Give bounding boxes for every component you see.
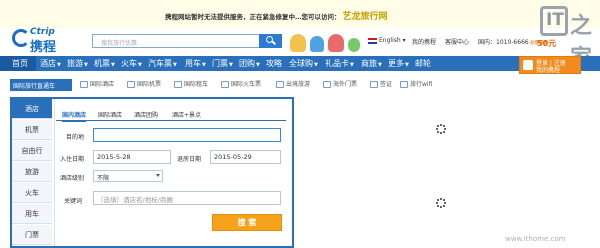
destination-input[interactable] <box>93 128 281 142</box>
loading-spinner-icon <box>436 124 446 134</box>
tab-hotel-attraction[interactable]: 酒店+景点 <box>172 110 201 119</box>
nav-flights[interactable]: 机票▼ <box>94 58 115 69</box>
hotline: 国内：1010-6666 <box>478 39 529 46</box>
subnav-intl-car[interactable]: 国际租车 <box>174 79 208 88</box>
passport-icon <box>370 81 378 88</box>
promo-badge[interactable]: 50元 <box>537 38 556 49</box>
nav-more[interactable]: 更多▼ <box>388 58 409 69</box>
search-placeholder: 搜我旅行优惠 <box>101 40 138 47</box>
train-icon <box>221 81 229 88</box>
hotel-level-select[interactable]: 不限 <box>93 170 163 182</box>
plane-icon <box>127 81 135 88</box>
vtab-flights[interactable]: 机票 <box>12 120 52 140</box>
logo-swirl-icon <box>12 29 30 47</box>
nav-global-buy[interactable]: 全球购▼ <box>289 58 318 69</box>
notice-text: 携程网站暂时无法提供服务，正在紧急修复中…您可以访问： 艺龙旅行网 <box>165 9 388 22</box>
checkin-date-input[interactable]: 2015-5-28 <box>93 150 171 164</box>
vtab-free-trip[interactable]: 自由行 <box>12 141 52 161</box>
vtab-car[interactable]: 用车 <box>12 204 52 224</box>
ithome-watermark-logo: IT 之家 <box>540 6 598 71</box>
tab-underline <box>56 120 286 121</box>
level-label: 酒店级别 <box>60 175 85 182</box>
car-icon <box>174 81 182 88</box>
nav-groupbuy[interactable]: 团购▼ <box>239 58 260 69</box>
my-ctrip-link[interactable]: 我的携程 <box>412 37 436 46</box>
vtab-hotel[interactable]: 酒店 <box>12 99 52 119</box>
loading-spinner-icon <box>436 198 446 208</box>
ctrip-logo[interactable]: Ctrip 携程 <box>12 27 82 55</box>
subnav-wifi[interactable]: 旅行wifi <box>400 79 432 88</box>
vtab-travel[interactable]: 旅游 <box>12 162 52 182</box>
nav-gift-card[interactable]: 礼品卡▼ <box>325 58 354 69</box>
uk-flag-icon <box>368 37 377 44</box>
nav-business[interactable]: 商旅▼ <box>361 58 382 69</box>
my-ctrip-menu[interactable]: 我的携程 <box>536 65 560 74</box>
service-notice-bar: 携程网站暂时无法提供服务，正在紧急修复中…您可以访问： 艺龙旅行网 <box>0 0 600 28</box>
nav-guides[interactable]: 攻略 <box>266 58 282 69</box>
service-center-link[interactable]: 客服中心 <box>445 37 469 46</box>
subnav-visa[interactable]: 签证 <box>370 79 392 88</box>
nav-car[interactable]: 用车▼ <box>185 58 206 69</box>
tab-intl-hotel[interactable]: 国际酒店 <box>98 110 122 119</box>
notice-message: 携程网站暂时无法提供服务，正在紧急修复中…您可以访问： <box>165 13 341 21</box>
vtab-train[interactable]: 火车 <box>12 183 52 203</box>
destination-label: 目的地 <box>66 134 85 141</box>
vtab-tickets[interactable]: 门票 <box>12 225 52 245</box>
main-nav: 首页 酒店▼ 旅游▼ 机票▼ 火车▼ 汽车票▼ 用车▼ 门票▼ 团购▼ 攻略 全… <box>0 56 600 71</box>
language-switch[interactable]: English ▾ <box>368 37 406 44</box>
suitcase-icon <box>276 81 284 88</box>
wifi-icon <box>400 81 408 88</box>
keyword-input[interactable]: （选填）酒店名/地标/商圈 <box>93 191 281 205</box>
subnav-intl-hotel[interactable]: 国际酒店 <box>80 79 114 88</box>
subnav-outbound[interactable]: 出境旅游 <box>276 79 310 88</box>
search-submit-button[interactable]: 搜 索 <box>212 214 282 231</box>
nav-home[interactable]: 首页 <box>12 58 28 69</box>
chevron-down-icon <box>156 174 160 177</box>
keyword-placeholder: （选填）酒店名/地标/商圈 <box>97 196 173 204</box>
nav-bus[interactable]: 汽车票▼ <box>148 58 177 69</box>
checkout-date-input[interactable]: 2015-05-29 <box>210 150 281 164</box>
intl-travel-label: 国际旅行直通车 <box>10 79 72 91</box>
nav-tickets[interactable]: 门票▼ <box>212 58 233 69</box>
tab-hotel-groupbuy[interactable]: 酒店团购 <box>134 110 158 119</box>
elong-link[interactable]: 艺龙旅行网 <box>343 12 388 22</box>
nav-travel[interactable]: 旅游▼ <box>67 58 88 69</box>
subnav-intl-flight[interactable]: 国际机票 <box>127 79 161 88</box>
login-register-box[interactable]: 登录 | 注册 我的携程 <box>519 56 581 74</box>
nav-cruise[interactable]: 邮轮 <box>415 58 431 69</box>
checkout-label: 退房日期 <box>177 156 202 163</box>
nav-hotel[interactable]: 酒店▼ <box>40 58 61 69</box>
promo-kids-illustration <box>286 28 366 54</box>
it-mark: IT <box>540 6 568 36</box>
subnav-intl-train[interactable]: 国际火车票 <box>221 79 261 88</box>
checkin-label: 入住日期 <box>60 156 85 163</box>
search-icon <box>266 36 273 43</box>
nav-train[interactable]: 火车▼ <box>121 58 142 69</box>
hotel-icon <box>80 81 88 88</box>
site-watermark: www.ithome.com <box>505 235 566 243</box>
site-search-input[interactable]: 搜我旅行优惠 <box>92 34 282 48</box>
ticket-icon <box>323 81 331 88</box>
keyword-label: 关键词 <box>64 198 83 205</box>
subnav-overseas-tix[interactable]: 海外门票 <box>323 79 357 88</box>
user-avatar-icon <box>523 60 533 70</box>
search-button[interactable] <box>259 34 282 48</box>
